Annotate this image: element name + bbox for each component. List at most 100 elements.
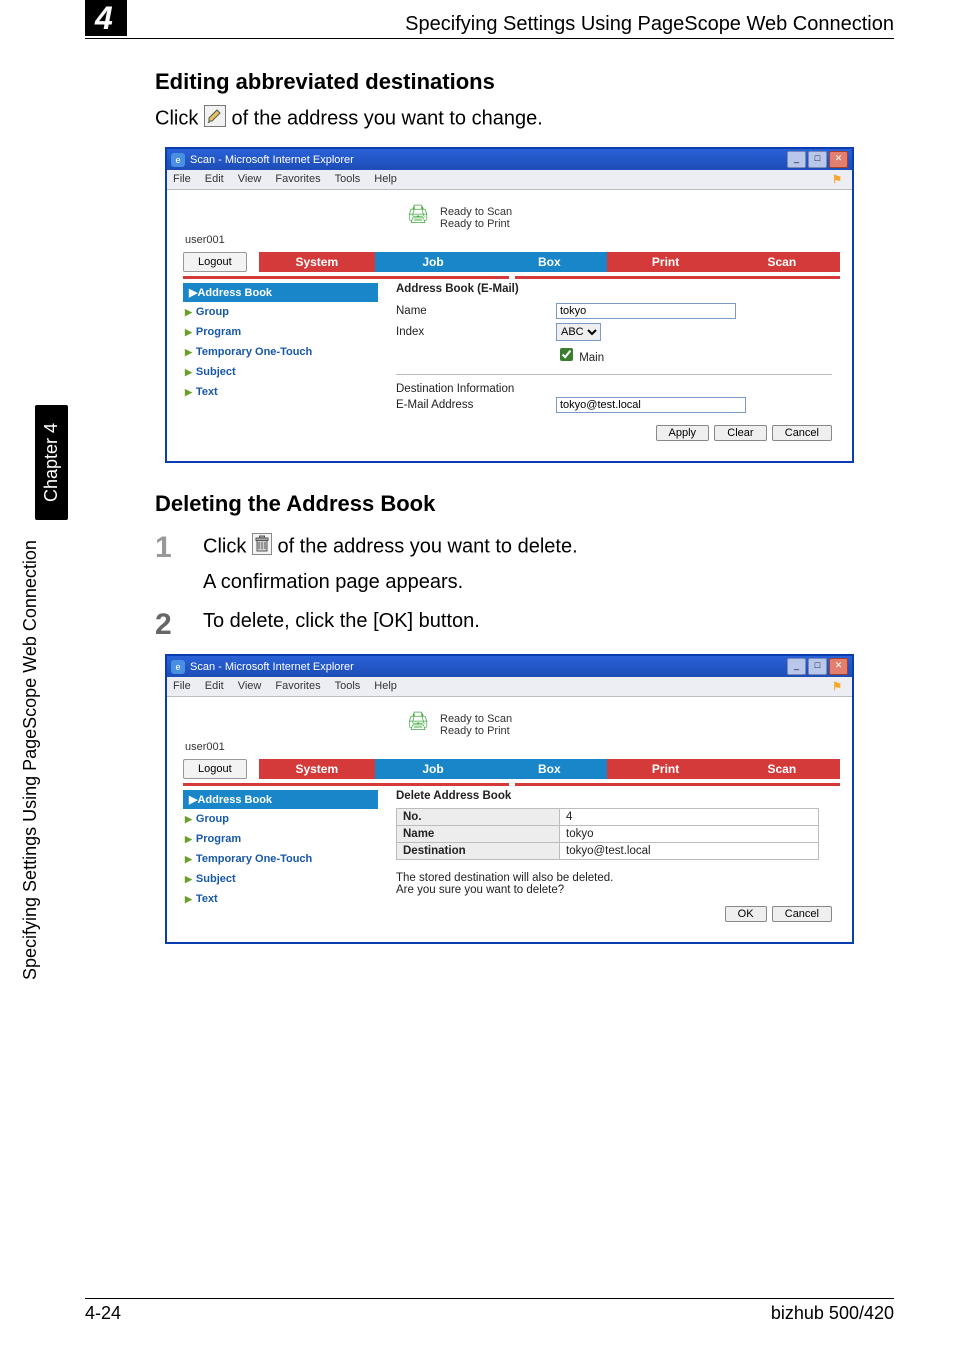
- tab-box[interactable]: Box: [491, 252, 607, 272]
- menu-favorites[interactable]: Favorites: [275, 173, 320, 186]
- section-heading-delete: Deleting the Address Book: [155, 491, 864, 517]
- logout-button[interactable]: Logout: [183, 759, 247, 779]
- no-label: No.: [397, 809, 560, 826]
- page-title: Specifying Settings Using PageScope Web …: [405, 13, 894, 36]
- step2-line1: To delete, click the [OK] button.: [203, 610, 864, 633]
- screenshot-edit-dialog: e Scan - Microsoft Internet Explorer _ □…: [165, 147, 854, 463]
- ie-titlebar: e Scan - Microsoft Internet Explorer _ □…: [167, 656, 852, 677]
- tab-print[interactable]: Print: [607, 759, 723, 779]
- page-header: 4 Specifying Settings Using PageScope We…: [85, 0, 894, 39]
- menu-favorites[interactable]: Favorites: [275, 680, 320, 693]
- nav-head-address-book[interactable]: ▶Address Book: [183, 790, 378, 809]
- close-button[interactable]: ✕: [829, 658, 848, 675]
- page-footer: 4-24 bizhub 500/420: [85, 1298, 894, 1324]
- tab-print[interactable]: Print: [607, 252, 723, 272]
- close-button[interactable]: ✕: [829, 151, 848, 168]
- email-input[interactable]: [556, 397, 746, 413]
- tab-scan[interactable]: Scan: [724, 759, 840, 779]
- pane-title: Delete Address Book: [396, 790, 832, 802]
- nav-item-group[interactable]: Group: [183, 302, 378, 322]
- user-label: user001: [185, 741, 840, 753]
- maximize-button[interactable]: □: [808, 658, 827, 675]
- pane-title: Address Book (E-Mail): [396, 283, 832, 295]
- printer-status-icon: 🖨: [404, 204, 432, 232]
- ready-scan-label: Ready to Scan: [440, 713, 512, 725]
- menu-file[interactable]: File: [173, 173, 191, 186]
- index-select[interactable]: ABC: [556, 323, 601, 341]
- logout-button[interactable]: Logout: [183, 252, 247, 272]
- menu-view[interactable]: View: [238, 173, 262, 186]
- menu-file[interactable]: File: [173, 680, 191, 693]
- tab-box[interactable]: Box: [491, 759, 607, 779]
- menu-tools[interactable]: Tools: [335, 680, 361, 693]
- menu-view[interactable]: View: [238, 680, 262, 693]
- ie-titlebar: e Scan - Microsoft Internet Explorer _ □…: [167, 149, 852, 170]
- ok-button[interactable]: OK: [725, 906, 767, 922]
- screenshot-delete-dialog: e Scan - Microsoft Internet Explorer _ □…: [165, 654, 854, 944]
- name-input[interactable]: [556, 303, 736, 319]
- edit-icon: [204, 105, 226, 133]
- main-checkbox[interactable]: [560, 348, 573, 361]
- section-heading-edit: Editing abbreviated destinations: [155, 69, 864, 95]
- step-number-1: 1: [155, 533, 203, 563]
- ie-menubar: File Edit View Favorites Tools Help ⚑: [167, 170, 852, 190]
- nav-item-subject[interactable]: Subject: [183, 362, 378, 382]
- status-block: 🖨 Ready to Scan Ready to Print: [404, 204, 840, 232]
- delete-warning-2: Are you sure you want to delete?: [396, 884, 832, 896]
- menu-help[interactable]: Help: [374, 680, 397, 693]
- footer-right: bizhub 500/420: [771, 1303, 894, 1324]
- nav-item-program[interactable]: Program: [183, 829, 378, 849]
- nav-item-temporary-one-touch[interactable]: Temporary One-Touch: [183, 849, 378, 869]
- sidebar-rotated-title: Specifying Settings Using PageScope Web …: [20, 540, 41, 980]
- clear-button[interactable]: Clear: [714, 425, 766, 441]
- name-label: Name: [396, 305, 556, 317]
- delete-info-table: No. 4 Name tokyo Destination tokyo@test.…: [396, 808, 819, 860]
- tab-system[interactable]: System: [259, 252, 375, 272]
- no-value: 4: [560, 809, 819, 826]
- main-label: Main: [579, 352, 604, 364]
- window-title: Scan - Microsoft Internet Explorer: [190, 154, 354, 166]
- step-number-2: 2: [155, 610, 203, 640]
- apply-button[interactable]: Apply: [656, 425, 710, 441]
- destination-info-label: Destination Information: [396, 383, 832, 395]
- menu-help[interactable]: Help: [374, 173, 397, 186]
- maximize-button[interactable]: □: [808, 151, 827, 168]
- nav-item-group[interactable]: Group: [183, 809, 378, 829]
- index-label: Index: [396, 326, 556, 338]
- footer-left: 4-24: [85, 1303, 121, 1324]
- menu-edit[interactable]: Edit: [205, 173, 224, 186]
- nav-item-temporary-one-touch[interactable]: Temporary One-Touch: [183, 342, 378, 362]
- nav-item-text[interactable]: Text: [183, 889, 378, 909]
- tab-scan[interactable]: Scan: [724, 252, 840, 272]
- name-label: Name: [397, 826, 560, 843]
- tab-job[interactable]: Job: [375, 759, 491, 779]
- cancel-button[interactable]: Cancel: [772, 425, 832, 441]
- cancel-button[interactable]: Cancel: [772, 906, 832, 922]
- chapter-tab: Chapter 4: [35, 405, 68, 520]
- nav-item-subject[interactable]: Subject: [183, 869, 378, 889]
- menu-edit[interactable]: Edit: [205, 680, 224, 693]
- minimize-button[interactable]: _: [787, 658, 806, 675]
- delete-warning-1: The stored destination will also be dele…: [396, 872, 832, 884]
- printer-status-icon: 🖨: [404, 711, 432, 739]
- window-title: Scan - Microsoft Internet Explorer: [190, 661, 354, 673]
- ie-menubar: File Edit View Favorites Tools Help ⚑: [167, 677, 852, 697]
- ready-print-label: Ready to Print: [440, 725, 512, 737]
- step1-line2: A confirmation page appears.: [203, 571, 864, 594]
- left-nav: ▶Address Book Group Program Temporary On…: [183, 786, 378, 922]
- minimize-button[interactable]: _: [787, 151, 806, 168]
- ready-print-label: Ready to Print: [440, 218, 512, 230]
- trash-icon: [252, 533, 272, 561]
- ie-flag-icon: ⚑: [828, 680, 846, 693]
- menu-tools[interactable]: Tools: [335, 173, 361, 186]
- tab-system[interactable]: System: [259, 759, 375, 779]
- tab-job[interactable]: Job: [375, 252, 491, 272]
- ie-logo-icon: e: [171, 153, 185, 167]
- left-nav: ▶Address Book Group Program Temporary On…: [183, 279, 378, 441]
- email-label: E-Mail Address: [396, 399, 556, 411]
- nav-head-address-book[interactable]: ▶Address Book: [183, 283, 378, 302]
- right-pane-delete: Delete Address Book No. 4 Name tokyo Des…: [378, 786, 840, 922]
- chapter-number: 4: [85, 0, 127, 36]
- nav-item-text[interactable]: Text: [183, 382, 378, 402]
- nav-item-program[interactable]: Program: [183, 322, 378, 342]
